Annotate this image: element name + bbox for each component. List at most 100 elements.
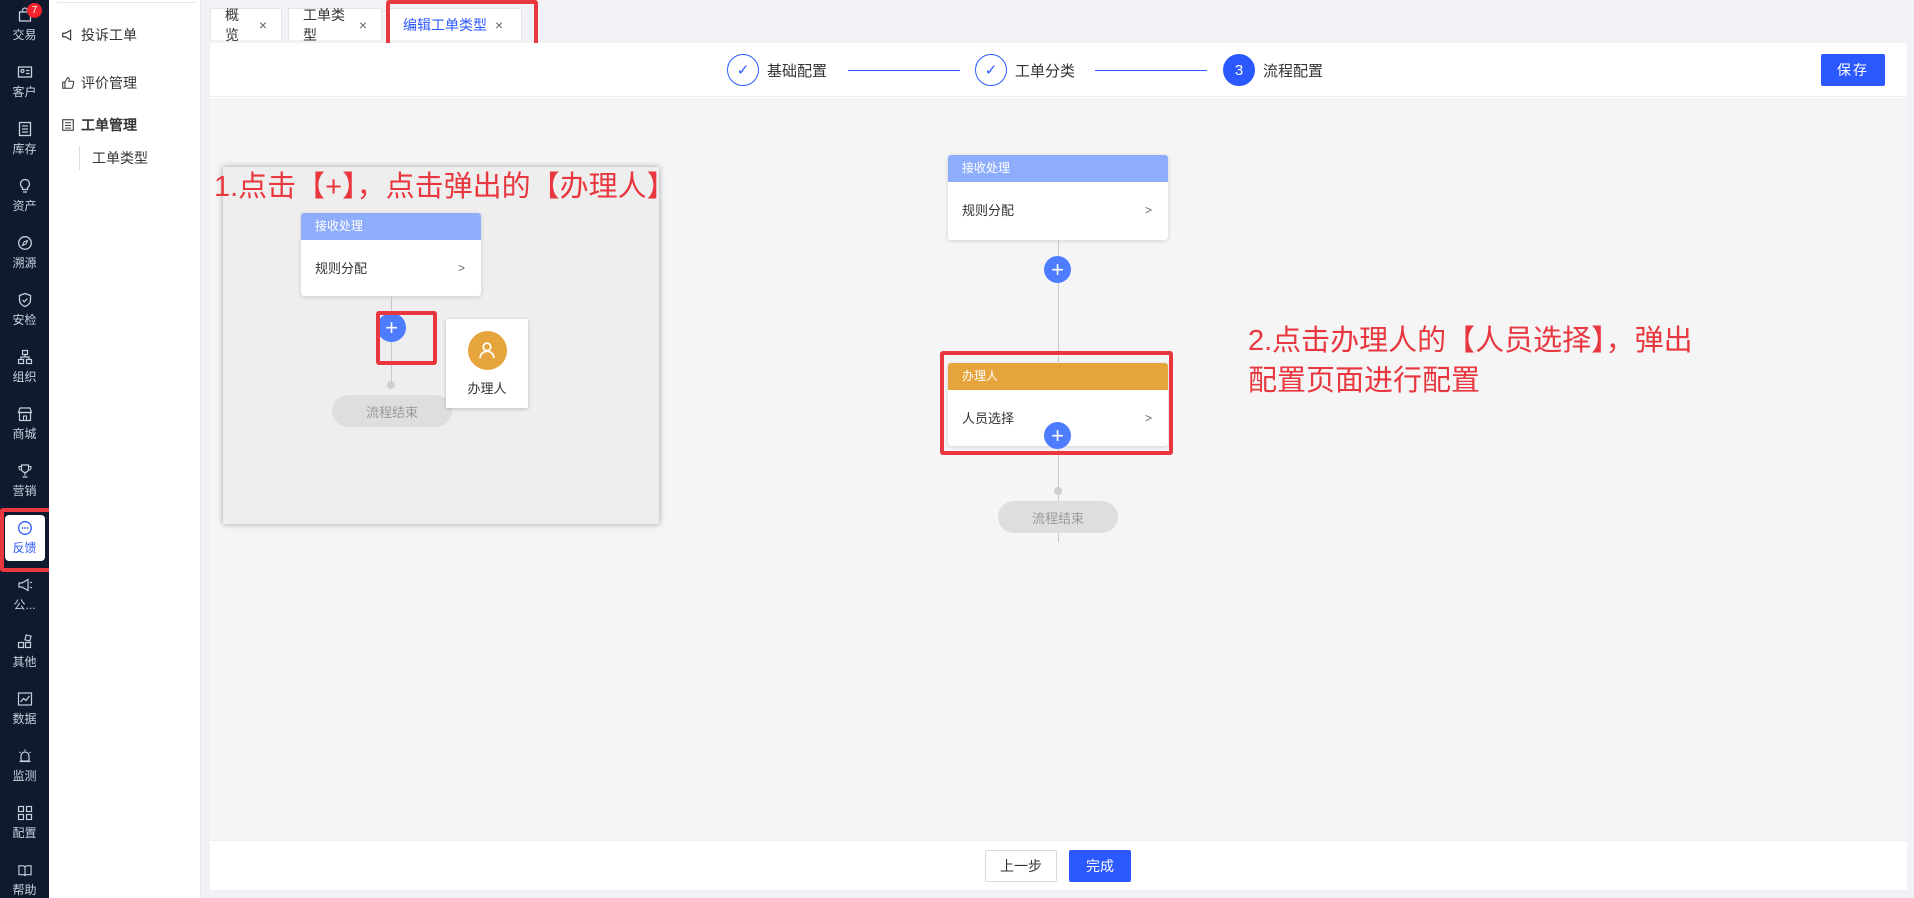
sidebar-item-label: 投诉工单 (81, 27, 137, 43)
nav-label: 营销 (12, 484, 37, 498)
shield-check-icon (18, 292, 31, 308)
nav-item-data[interactable]: 数据 (0, 684, 49, 734)
lightbulb-icon (19, 178, 30, 193)
flow-end-pill: 流程结束 (998, 501, 1118, 533)
nav-label: 资产 (12, 199, 37, 213)
megaphone-icon (62, 29, 72, 41)
nav-item-trade[interactable]: 交易 7 (0, 0, 49, 50)
nav-label: 配置 (12, 826, 37, 840)
nav-item-announce[interactable]: 公... (0, 570, 49, 620)
close-icon[interactable]: × (259, 17, 267, 33)
sidebar-item-label: 工单管理 (81, 117, 137, 133)
step-basic-config[interactable]: ✓ 基础配置 (727, 54, 827, 86)
flow-end-pill: 流程结束 (332, 395, 452, 427)
alarm-icon (18, 749, 31, 763)
popup-handler-label: 办理人 (467, 380, 507, 396)
step-ticket-category[interactable]: ✓ 工单分类 (975, 54, 1075, 86)
receive-node-card[interactable]: 接收处理 规则分配 > (948, 155, 1168, 240)
steps-bar: ✓ 基础配置 ✓ 工单分类 3 流程配置 保存 (210, 43, 1907, 97)
step-flow-config[interactable]: 3 流程配置 (1223, 54, 1323, 86)
grid-icon (17, 805, 32, 821)
prev-step-button[interactable]: 上一步 (985, 850, 1057, 882)
card-body-label: 规则分配 (315, 261, 368, 276)
list-icon (62, 119, 74, 131)
nav-item-help[interactable]: 帮助 (0, 855, 49, 898)
nav-item-customer[interactable]: 客户 (0, 57, 49, 107)
nav-item-mall[interactable]: 商城 (0, 399, 49, 449)
card-body-label: 规则分配 (962, 203, 1015, 218)
card-header: 接收处理 (948, 155, 1168, 182)
main-panel: ✓ 基础配置 ✓ 工单分类 3 流程配置 保存 接收处理 规则分配 > + 流程… (210, 43, 1907, 890)
app-root: 交易 7 客户 库存 资产 溯源 安检 组织 商城 营销 反馈 公... 其他 … (0, 0, 1914, 898)
finish-button[interactable]: 完成 (1069, 850, 1131, 882)
annotation-step2-line2: 配置页面进行配置 (1248, 365, 1481, 397)
main-nav: 交易 7 客户 库存 资产 溯源 安检 组织 商城 营销 反馈 公... 其他 … (0, 0, 49, 898)
card-body[interactable]: 规则分配 > (301, 240, 481, 295)
thumbs-up-icon (62, 77, 75, 89)
node-type-popup[interactable]: 办理人 (446, 319, 528, 408)
store-icon (17, 407, 32, 422)
nav-item-org[interactable]: 组织 (0, 342, 49, 392)
trophy-icon (17, 464, 32, 478)
close-icon[interactable]: × (359, 17, 367, 33)
apps-icon (17, 634, 32, 649)
line-chart-icon (17, 692, 32, 706)
user-icon (467, 330, 507, 370)
nav-item-config[interactable]: 配置 (0, 798, 49, 848)
sidebar-item-label: 工单类型 (92, 150, 148, 166)
secondary-sidebar: 投诉工单 评价管理 工单管理 工单类型 (49, 0, 201, 898)
id-card-icon (17, 66, 32, 78)
nav-label: 溯源 (12, 256, 37, 270)
annotation-highlight-handler (940, 351, 1173, 455)
check-icon: ✓ (975, 54, 1007, 86)
save-button[interactable]: 保存 (1821, 54, 1885, 86)
card-header: 接收处理 (301, 213, 481, 240)
annotation-step2-line1: 2.点击办理人的【人员选择】，弹出 (1248, 325, 1693, 357)
tab-label: 工单类型 (303, 6, 345, 43)
sidebar-item-evaluation[interactable]: 评价管理 (61, 73, 137, 93)
sidebar-top-divider (57, 0, 197, 3)
step-label: 流程配置 (1263, 62, 1324, 80)
nav-item-marketing[interactable]: 营销 (0, 456, 49, 506)
step-connector (848, 70, 960, 71)
chevron-right-icon: > (457, 260, 465, 275)
sidebar-group-ticket-mgmt[interactable]: 工单管理 (61, 115, 137, 135)
nav-label: 安检 (12, 313, 37, 327)
nav-label: 数据 (12, 712, 37, 726)
nav-item-other[interactable]: 其他 (0, 627, 49, 677)
tab-ticket-type[interactable]: 工单类型 × (288, 7, 382, 43)
card-body[interactable]: 规则分配 > (948, 182, 1168, 237)
tab-overview[interactable]: 概览 × (210, 7, 282, 43)
inset-receive-card[interactable]: 接收处理 规则分配 > (301, 213, 481, 296)
nav-label: 交易 (12, 28, 37, 42)
annotation-step1: 1.点击【+】，点击弹出的【办理人】 (214, 171, 676, 203)
step-number: 3 (1223, 54, 1255, 86)
list-icon (18, 121, 31, 137)
notification-badge: 7 (27, 3, 42, 18)
sidebar-item-complaint[interactable]: 投诉工单 (61, 25, 137, 45)
nav-item-assets[interactable]: 资产 (0, 171, 49, 221)
inset-screenshot: 接收处理 规则分配 > + 流程结束 办理人 (223, 167, 659, 524)
nav-label: 帮助 (12, 883, 37, 897)
nav-item-monitor[interactable]: 监测 (0, 741, 49, 791)
nav-item-security[interactable]: 安检 (0, 285, 49, 335)
nav-label: 公... (13, 598, 36, 612)
nav-item-trace[interactable]: 溯源 (0, 228, 49, 278)
megaphone-icon (17, 578, 32, 592)
step-label: 基础配置 (767, 62, 828, 80)
nav-label: 其他 (12, 655, 37, 669)
compass-icon (17, 236, 32, 250)
tab-label: 概览 (225, 6, 239, 43)
book-icon (17, 865, 32, 877)
nav-item-inventory[interactable]: 库存 (0, 114, 49, 164)
add-node-button[interactable]: + (1044, 256, 1071, 283)
sidebar-item-label: 评价管理 (81, 75, 137, 91)
flow-canvas: 接收处理 规则分配 > + 流程结束 办理人 接收处理 规则分配 > + 办理人… (210, 98, 1907, 840)
sidebar-item-ticket-type[interactable]: 工单类型 (79, 146, 148, 170)
nav-label: 组织 (12, 370, 37, 384)
step-label: 工单分类 (1015, 62, 1076, 80)
nav-label: 监测 (12, 769, 37, 783)
nav-label: 库存 (12, 142, 37, 156)
chevron-right-icon: > (1144, 202, 1152, 217)
annotation-highlight-plus (376, 311, 437, 365)
